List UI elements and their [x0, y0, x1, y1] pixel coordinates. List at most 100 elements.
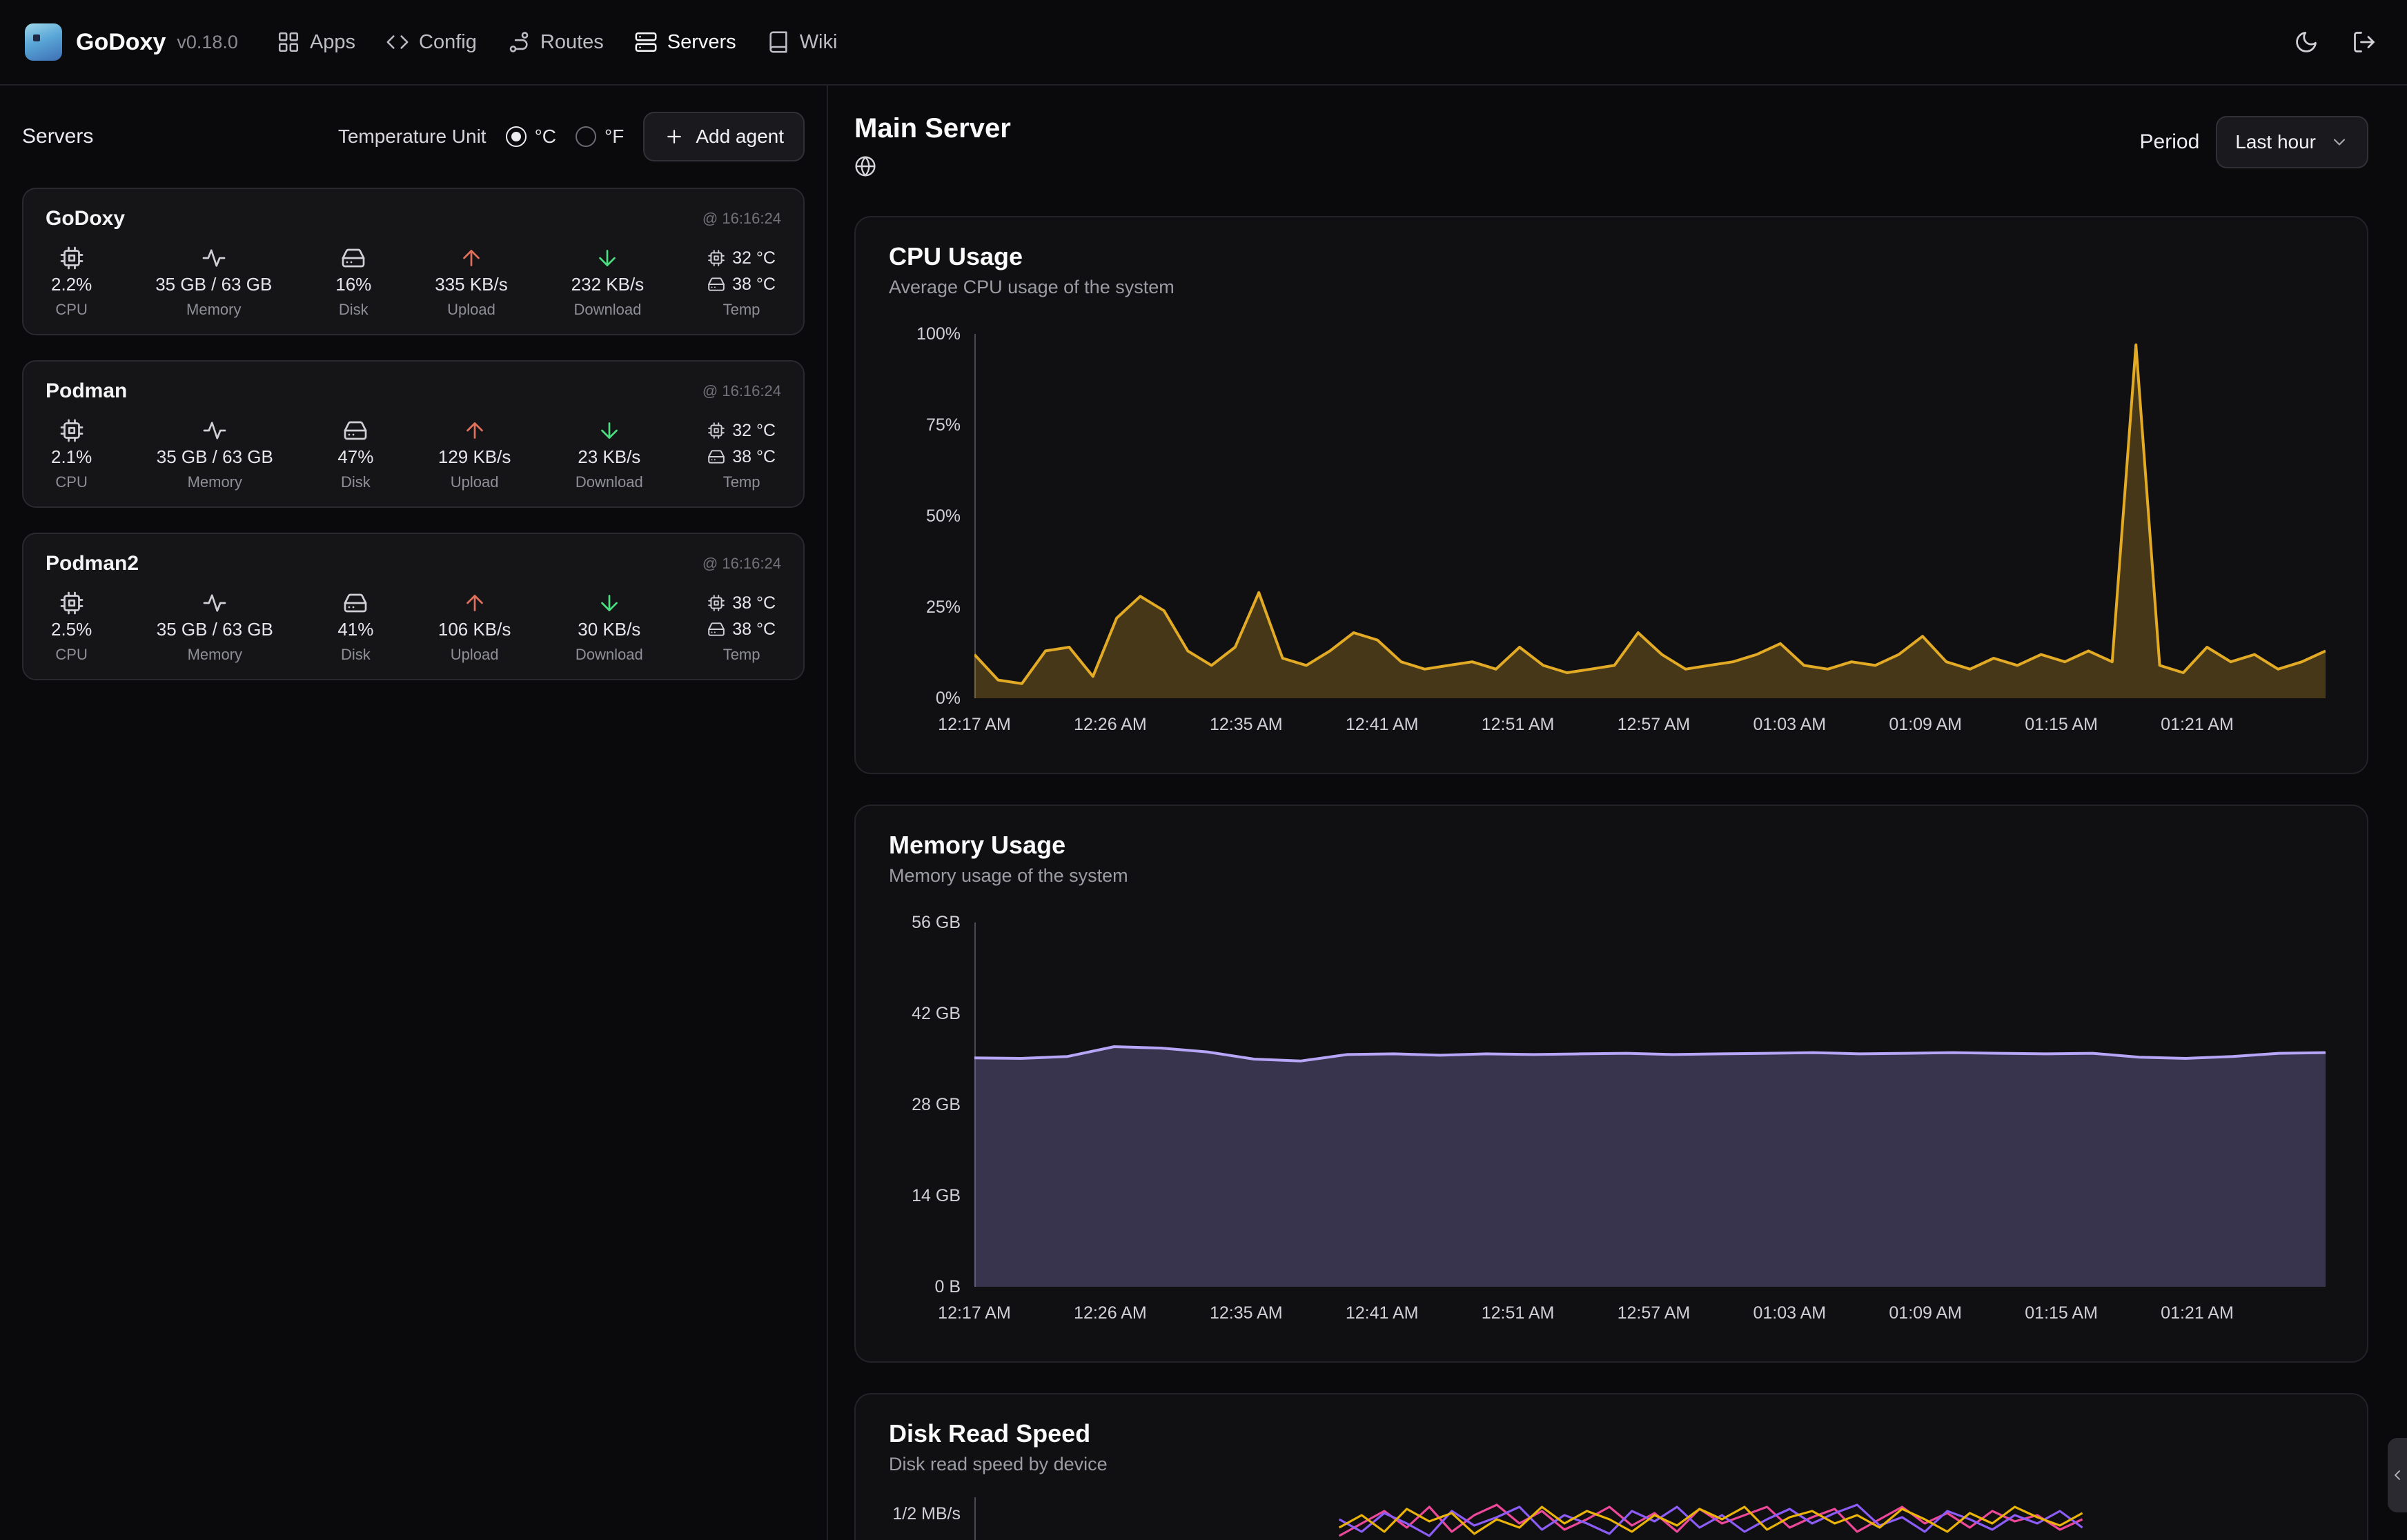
globe-icon[interactable] — [854, 155, 876, 177]
disk-stat: 47% Disk — [337, 417, 373, 491]
temp-stat: 32 °C 38 °C Temp — [707, 417, 776, 491]
download-stat: 23 KB/s Download — [576, 417, 643, 491]
cpu-value: 2.1% — [51, 444, 92, 469]
nav-routes[interactable]: Routes — [507, 30, 604, 54]
main-panel: Main Server Period Last hour CPU Usage A… — [828, 86, 2407, 1540]
disk-label: Disk — [339, 301, 369, 319]
nav-wiki[interactable]: Wiki — [767, 30, 838, 54]
upload-icon — [462, 591, 487, 615]
godoxy-logo — [25, 23, 62, 61]
chart-svg — [974, 334, 2326, 698]
nav-config-label: Config — [419, 31, 477, 54]
memory-value: 35 GB / 63 GB — [157, 617, 273, 642]
x-tick-label: 12:17 AM — [938, 1303, 1011, 1323]
nav-apps[interactable]: Apps — [277, 30, 355, 54]
y-tick-label: 50% — [889, 505, 961, 527]
x-tick-label: 01:21 AM — [2161, 1303, 2234, 1323]
plus-icon — [664, 126, 685, 147]
cpu-temp-icon — [707, 422, 725, 440]
nav-servers[interactable]: Servers — [634, 30, 736, 54]
x-tick-label: 12:26 AM — [1074, 715, 1147, 735]
disk-stat: 16% Disk — [335, 244, 371, 319]
memory-stat: 35 GB / 63 GB Memory — [155, 244, 272, 319]
upload-stat: 106 KB/s Upload — [438, 589, 511, 664]
upload-label: Upload — [451, 473, 499, 491]
routes-icon — [507, 30, 531, 54]
x-tick-label: 01:09 AM — [1889, 1303, 1962, 1323]
page-title: Main Server — [854, 113, 1011, 144]
period-select[interactable]: Last hour — [2216, 116, 2368, 168]
wiki-icon — [767, 30, 790, 54]
memory-value: 35 GB / 63 GB — [157, 444, 273, 469]
sidebar-collapse-handle[interactable] — [2388, 1438, 2407, 1512]
chart-subtitle: Disk read speed by device — [889, 1454, 2334, 1475]
x-tick-label: 01:21 AM — [2161, 715, 2234, 735]
x-tick-label: 01:03 AM — [1753, 1303, 1826, 1323]
disk-value: 16% — [335, 272, 371, 297]
config-icon — [386, 30, 409, 54]
download-value: 30 KB/s — [578, 617, 640, 642]
disk-temp-value: 38 °C — [732, 447, 776, 467]
download-stat: 232 KB/s Download — [571, 244, 645, 319]
server-card-godoxy[interactable]: GoDoxy @ 16:16:24 2.2% CPU 35 GB / 63 GB… — [22, 188, 805, 335]
dark-mode-icon[interactable] — [2294, 30, 2319, 55]
x-tick-label: 12:35 AM — [1210, 715, 1283, 735]
cpu-temp-icon — [707, 594, 725, 612]
period-label: Period — [2140, 130, 2200, 154]
memory-stat: 35 GB / 63 GB Memory — [157, 589, 273, 664]
x-tick-label: 12:41 AM — [1346, 715, 1419, 735]
upload-icon — [462, 418, 487, 443]
temp-unit-fahrenheit-radio[interactable]: °F — [576, 126, 624, 148]
cpu-icon — [59, 418, 84, 443]
temp-stat: 32 °C 38 °C Temp — [707, 244, 776, 319]
y-tick-label: 1/2 MB/s — [889, 1503, 961, 1525]
disk-value: 41% — [337, 617, 373, 642]
upload-value: 335 KB/s — [435, 272, 508, 297]
download-icon — [597, 591, 622, 615]
disk-temp-icon — [707, 620, 725, 638]
chart-svg — [974, 1497, 2326, 1540]
nav-servers-label: Servers — [667, 31, 736, 54]
upload-value: 129 KB/s — [438, 444, 511, 469]
y-tick-label: 28 GB — [889, 1094, 961, 1116]
memory-label: Memory — [188, 646, 242, 664]
memory-usage-chart: 0 B14 GB28 GB42 GB56 GB12:17 AM12:26 AM1… — [889, 922, 2334, 1336]
cpu-value: 2.2% — [51, 272, 92, 297]
disk-temp-value: 38 °C — [732, 275, 776, 295]
disk-icon — [343, 591, 368, 615]
chart-subtitle: Memory usage of the system — [889, 865, 2334, 887]
x-tick-label: 01:03 AM — [1753, 715, 1826, 735]
upload-stat: 335 KB/s Upload — [435, 244, 508, 319]
nav-wiki-label: Wiki — [800, 31, 838, 54]
memory-icon — [202, 246, 226, 270]
server-card-podman[interactable]: Podman @ 16:16:24 2.1% CPU 35 GB / 63 GB… — [22, 360, 805, 508]
upload-icon — [459, 246, 484, 270]
disk-read-speed-card: Disk Read Speed Disk read speed by devic… — [854, 1393, 2368, 1540]
disk-temp-value: 38 °C — [732, 620, 776, 640]
x-tick-label: 01:15 AM — [2025, 1303, 2098, 1323]
cpu-usage-chart: 0%25%50%75%100%12:17 AM12:26 AM12:35 AM1… — [889, 334, 2334, 748]
apps-icon — [277, 30, 300, 54]
disk-icon — [343, 418, 368, 443]
memory-label: Memory — [186, 301, 241, 319]
memory-value: 35 GB / 63 GB — [155, 272, 272, 297]
download-stat: 30 KB/s Download — [576, 589, 643, 664]
disk-temp-icon — [707, 275, 725, 293]
temp-unit-celsius-radio[interactable]: °C — [506, 126, 556, 148]
logout-icon[interactable] — [2352, 30, 2377, 55]
y-tick-label: 14 GB — [889, 1185, 961, 1207]
nav-config[interactable]: Config — [386, 30, 477, 54]
disk-label: Disk — [341, 473, 371, 491]
server-card-podman2[interactable]: Podman2 @ 16:16:24 2.5% CPU 35 GB / 63 G… — [22, 533, 805, 680]
server-name: GoDoxy — [46, 207, 125, 230]
chevron-down-icon — [2330, 132, 2349, 152]
chevron-left-icon — [2389, 1467, 2406, 1483]
temp-label: Temp — [723, 646, 760, 664]
fahrenheit-label: °F — [605, 126, 624, 148]
y-tick-label: 75% — [889, 414, 961, 436]
y-tick-label: 0 B — [889, 1276, 961, 1298]
add-agent-button[interactable]: Add agent — [643, 112, 805, 161]
celsius-label: °C — [535, 126, 556, 148]
servers-icon — [634, 30, 658, 54]
chart-subtitle: Average CPU usage of the system — [889, 277, 2334, 298]
